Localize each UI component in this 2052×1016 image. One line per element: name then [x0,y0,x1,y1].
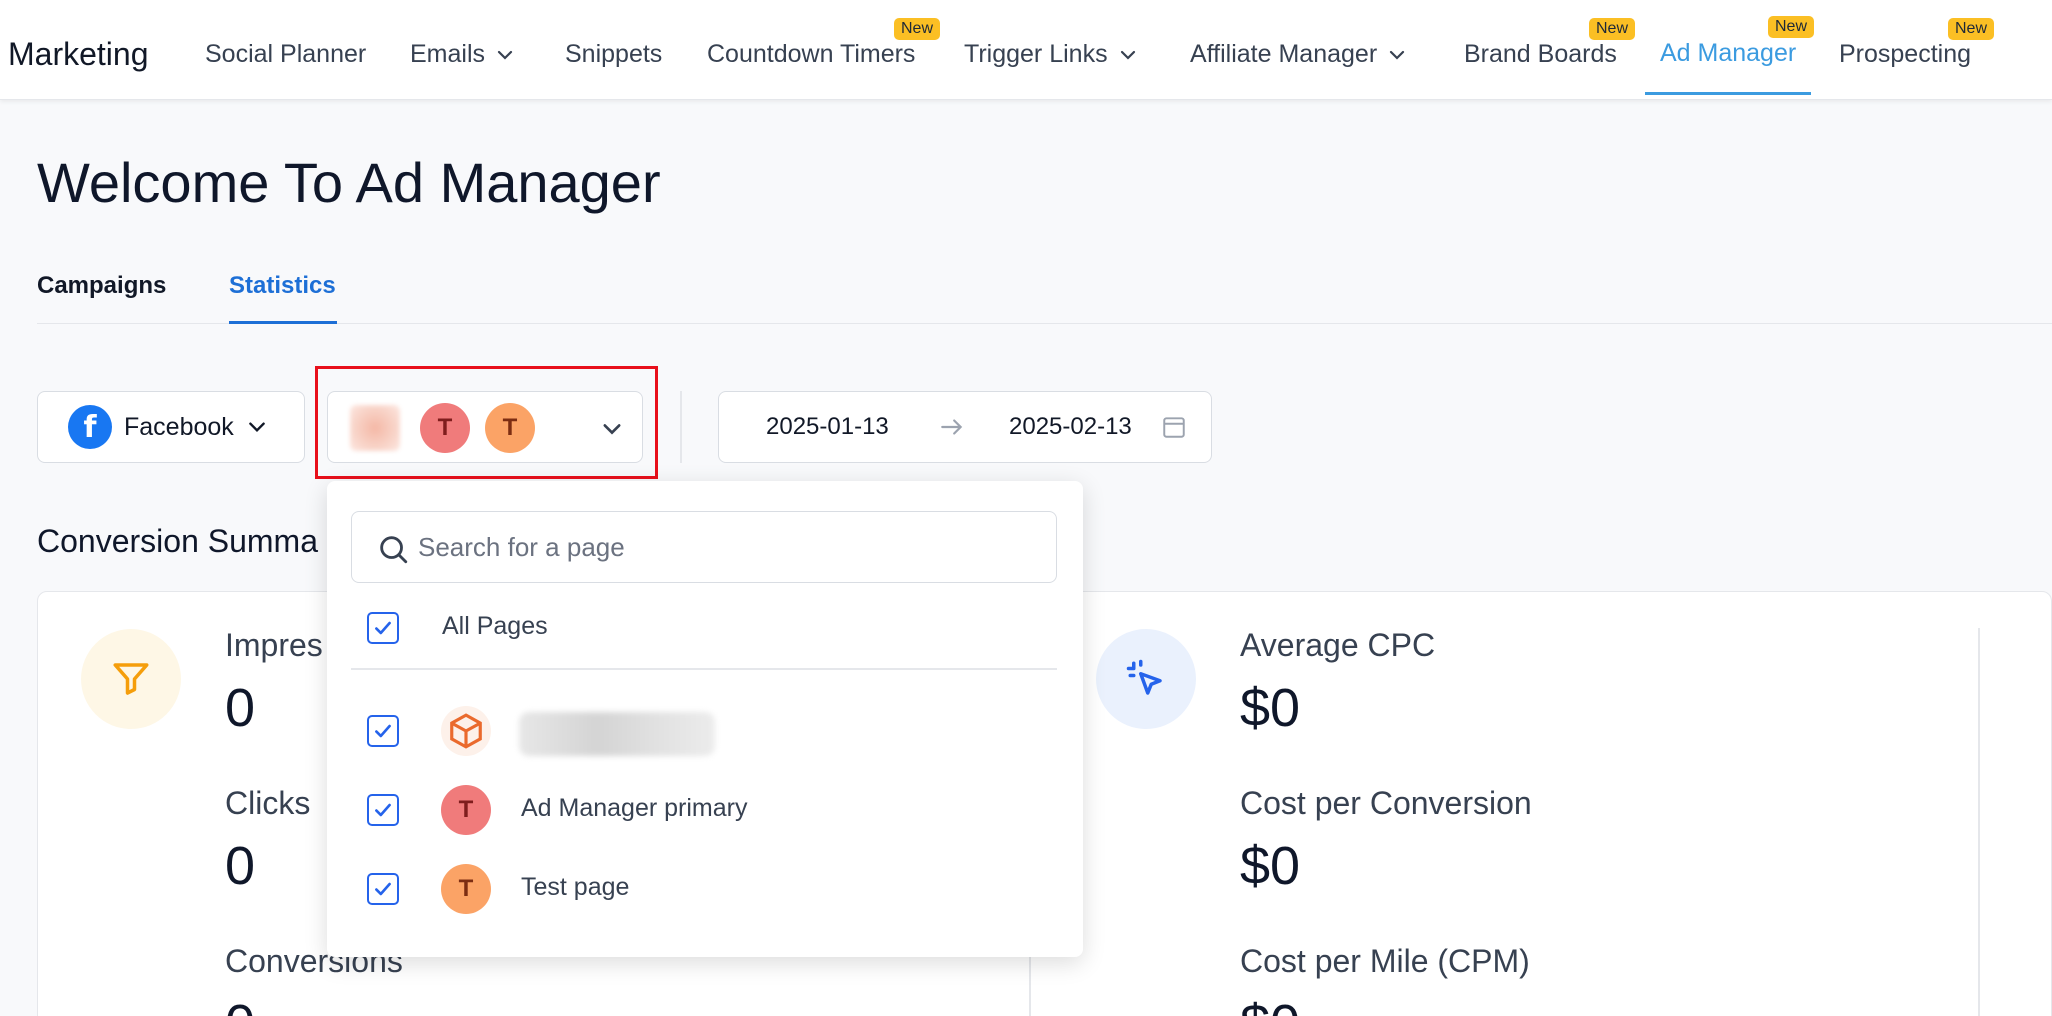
pages-select[interactable]: T T [327,391,643,463]
new-badge: New [1589,18,1636,40]
nav-item-prospecting[interactable]: Prospecting [1839,40,1971,69]
checkbox-page[interactable] [367,715,399,747]
nav-label: Countdown Timers [707,40,916,68]
pages-dropdown: All Pages T Ad Manager primary T Test pa… [327,481,1083,957]
metric-value: $0 [1240,836,1301,896]
chevron-down-icon [497,50,513,60]
platform-label: Facebook [124,412,234,441]
search-input[interactable] [418,528,1018,566]
card-separator [1978,628,1980,1016]
box-logo-icon [441,706,491,756]
checkbox-page[interactable] [367,794,399,826]
option-label[interactable]: Test page [521,873,629,902]
nav-item-affiliate-manager[interactable]: Affiliate Manager [1190,40,1407,69]
platform-select[interactable]: f Facebook [37,391,305,463]
cursor-click-icon [1096,629,1196,729]
new-badge: New [1948,18,1995,40]
active-nav-underline [1645,92,1811,95]
nav-label: Affiliate Manager [1190,40,1378,68]
section-title: Conversion Summa [37,523,318,559]
chevron-down-icon [1120,50,1135,60]
check-icon [375,882,391,896]
page-avatar: T [441,864,491,914]
chevron-down-icon [603,424,621,435]
page-name-blurred [519,712,715,756]
option-label[interactable]: All Pages [442,612,548,641]
new-badge: New [1768,16,1815,38]
metric-value: 0 [225,836,256,896]
chevron-down-icon [1390,50,1405,60]
nav-item-trigger-links[interactable]: Trigger Links [964,40,1138,69]
check-icon [375,803,391,817]
metric-value: $0 [1240,678,1301,738]
metric-value: 0 [225,993,255,1016]
nav-label: Trigger Links [964,40,1108,68]
active-tab-underline [229,321,337,324]
metric-label: Cost per Mile (CPM) [1240,943,1530,979]
tab-statistics[interactable]: Statistics [229,272,336,300]
nav-label: Ad Manager [1660,39,1797,67]
new-badge: New [894,18,941,40]
tabs-divider [37,323,2052,324]
nav-label: Prospecting [1839,40,1972,68]
nav-item-ad-manager[interactable]: Ad Manager [1660,39,1796,68]
nav-label: Snippets [565,40,663,68]
metric-value: 0 [225,678,256,738]
page-avatar: T [441,785,491,835]
metric-value: $0 [1240,993,1300,1016]
chevron-down-icon [248,422,265,433]
page-title: Welcome To Ad Manager [37,151,661,214]
arrow-right-icon [941,419,963,435]
search-icon [380,536,408,564]
metric-label: Cost per Conversion [1240,785,1532,821]
nav-label: Brand Boards [1464,40,1617,68]
date-range-picker[interactable]: 2025-01-13 2025-02-13 [718,391,1212,463]
checkbox-all-pages[interactable] [367,612,399,644]
metric-label: Impres [225,627,323,663]
filter-divider [680,391,682,463]
metric-label: Clicks [225,785,311,821]
nav-item-countdown-timers[interactable]: Countdown Timers [707,40,915,69]
metric-label: Average CPC [1240,627,1436,663]
tab-campaigns[interactable]: Campaigns [37,272,166,300]
date-end: 2025-02-13 [1009,413,1132,440]
check-icon [375,724,391,738]
brand-title: Marketing [8,36,149,72]
date-start: 2025-01-13 [766,413,889,440]
facebook-icon: f [68,405,112,449]
checkbox-page[interactable] [367,873,399,905]
funnel-icon [81,629,181,729]
nav-item-brand-boards[interactable]: Brand Boards [1464,40,1617,69]
nav-item-emails[interactable]: Emails [410,40,515,69]
check-icon [375,621,391,635]
page-avatar: T [485,403,535,453]
option-label[interactable]: Ad Manager primary [521,794,747,823]
top-nav: Marketing Social Planner Emails Snippets… [0,0,2052,100]
nav-label: Emails [410,40,486,68]
nav-label: Social Planner [205,40,367,68]
calendar-icon [1163,417,1185,438]
dropdown-divider [351,668,1057,670]
search-box [351,511,1057,583]
page-avatar: T [420,403,470,453]
page-avatar-blurred [350,405,400,451]
nav-item-snippets[interactable]: Snippets [565,40,662,69]
nav-item-social-planner[interactable]: Social Planner [205,40,366,69]
